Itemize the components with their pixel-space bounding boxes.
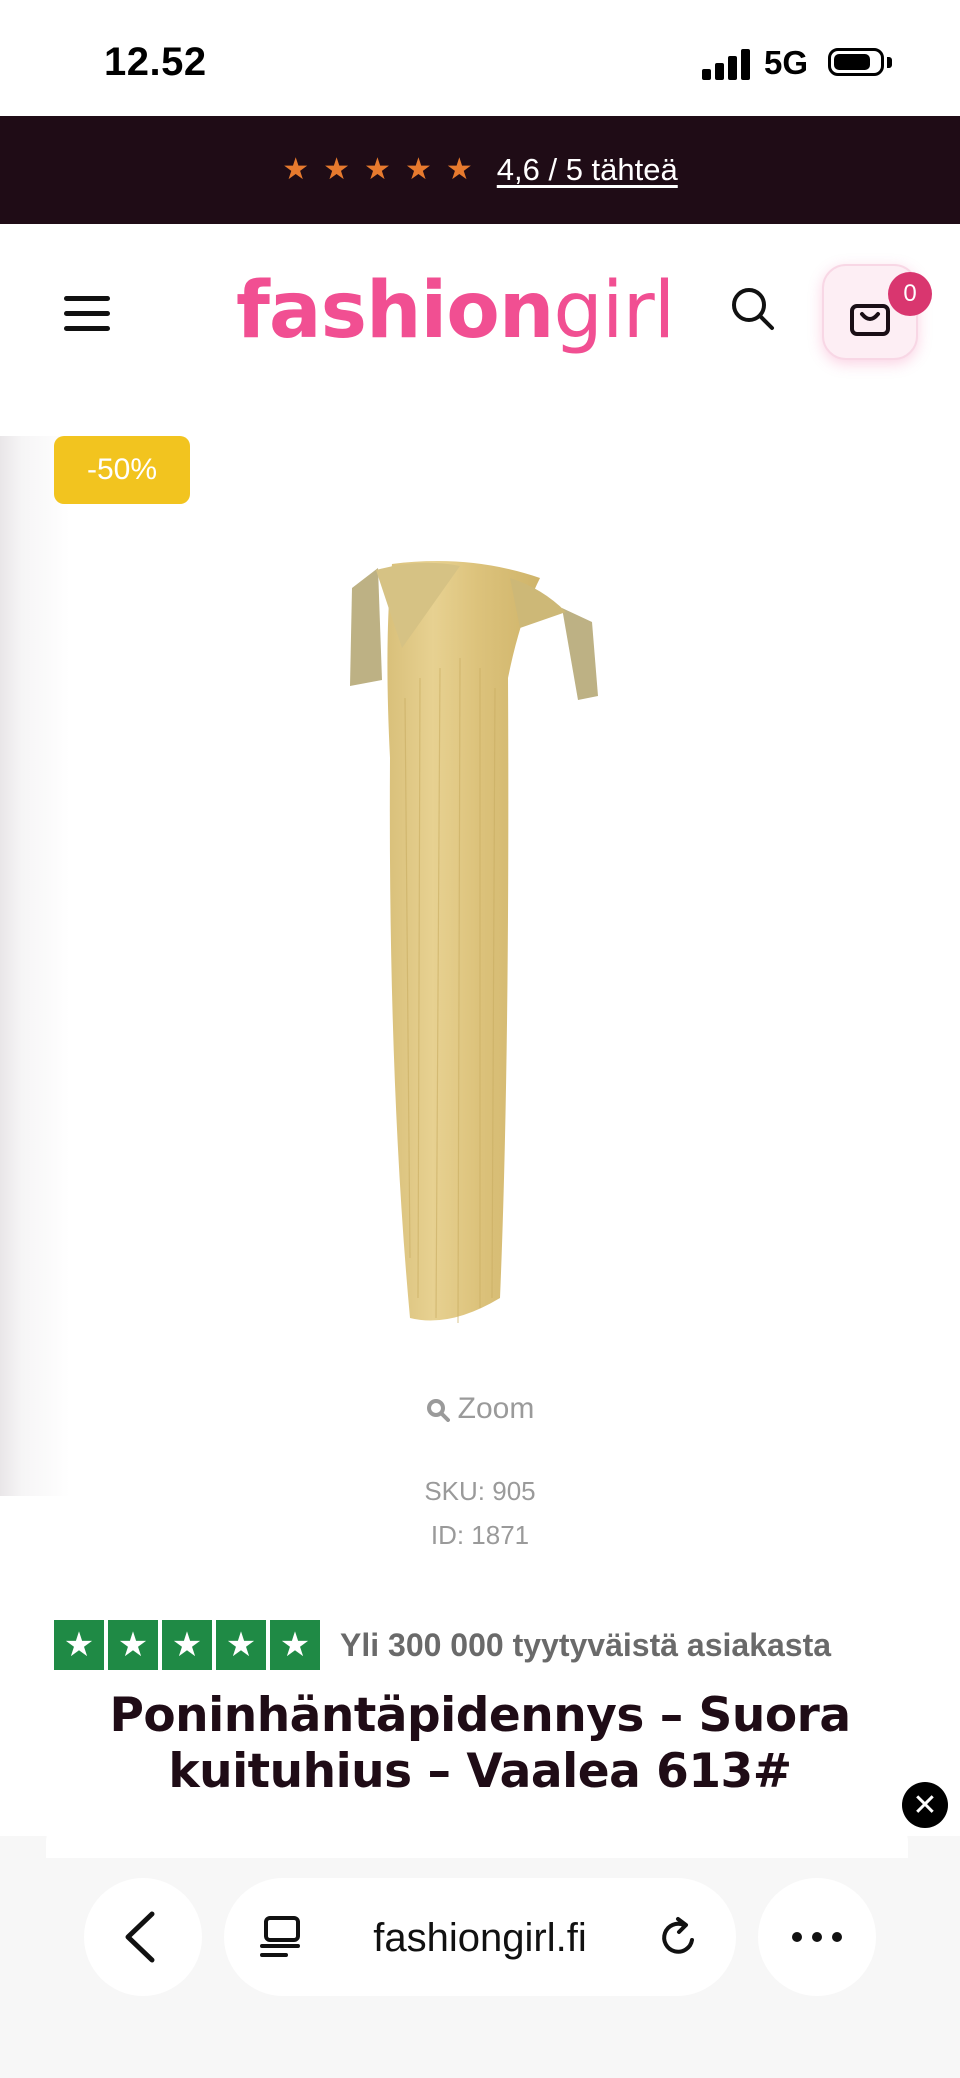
signal-icon [702, 48, 752, 80]
star-icon: ★ [323, 153, 351, 186]
cart-count-badge: 0 [888, 272, 932, 316]
close-popup-button[interactable]: ✕ [902, 1782, 948, 1828]
rating-banner: ★ ★ ★ ★ ★ 4,6 / 5 tähteä [0, 116, 960, 224]
star-icon: ★ [282, 153, 310, 186]
rating-stars: ★ ★ ★ ★ ★ [282, 155, 473, 185]
address-bar[interactable]: fashiongirl.fi [224, 1878, 736, 1996]
product-gallery: -50% Zoom [0, 436, 960, 1496]
star-icon: ★ [364, 153, 391, 186]
trust-row: ★ ★ ★ ★ ★ Yli 300 000 tyytyväistä asiaka… [54, 1620, 831, 1670]
status-time: 12.52 [104, 40, 207, 84]
zoom-link[interactable]: Zoom [0, 1392, 960, 1426]
back-button[interactable] [84, 1878, 202, 1996]
battery-icon [828, 48, 884, 76]
network-label: 5G [764, 44, 809, 81]
magnifier-icon [426, 1399, 450, 1422]
product-title: Poninhäntäpidennys – Suora kuituhius – V… [109, 1688, 851, 1799]
hamburger-menu-icon[interactable] [64, 294, 112, 334]
trust-star-icon: ★ [54, 1620, 104, 1670]
cart-button[interactable]: 0 [822, 264, 932, 360]
trust-star-icon: ★ [162, 1620, 212, 1670]
rating-link[interactable]: 4,6 / 5 tähteä [497, 152, 678, 188]
bottom-sheet-edge [46, 1818, 908, 1858]
more-options-button[interactable] [758, 1878, 876, 1996]
chevron-left-icon [125, 1911, 155, 1963]
status-bar: 12.52 5G [0, 0, 960, 116]
trust-star-icon: ★ [108, 1620, 158, 1670]
trust-text: Yli 300 000 tyytyväistä asiakasta [340, 1626, 832, 1663]
product-id: ID: 1871 [430, 1520, 530, 1550]
site-logo[interactable]: fashiongirl [236, 266, 675, 356]
battery-tip [887, 57, 892, 68]
trust-star-icon: ★ [216, 1620, 266, 1670]
zoom-label: Zoom [457, 1392, 535, 1425]
product-sku: SKU: 905 [424, 1476, 536, 1506]
trust-stars: ★ ★ ★ ★ ★ [54, 1620, 320, 1670]
logo-light-text: girl [553, 266, 675, 356]
shopping-bag-icon [850, 304, 890, 336]
star-icon: ★ [445, 153, 473, 186]
reload-icon[interactable] [658, 1916, 700, 1958]
search-icon[interactable] [728, 284, 776, 332]
logo-bold-text: fashion [236, 266, 554, 356]
trust-star-icon: ★ [270, 1620, 320, 1670]
site-header: fashiongirl 0 [0, 224, 960, 437]
star-icon: ★ [404, 153, 432, 186]
product-image[interactable] [330, 558, 610, 1338]
discount-badge: -50% [54, 436, 190, 504]
